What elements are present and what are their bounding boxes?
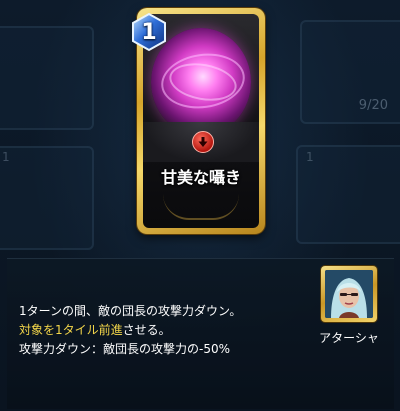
character-avatar-art [325, 270, 373, 318]
down-arrow-icon [192, 131, 214, 153]
background-card [0, 26, 94, 130]
description-line: 攻撃力ダウン：敵団長の攻撃力の-50% [19, 342, 231, 356]
description-text: させる。 [122, 323, 171, 337]
card-name: 甘美な囁き [160, 168, 241, 187]
description-line: 対象を1タイル前進させる。 [19, 321, 299, 340]
character-name: アターシャ [319, 331, 379, 345]
background-card-cost: 1 [2, 150, 10, 164]
card-cost: 1 [141, 19, 157, 45]
card-cost-badge: 1 [129, 12, 169, 52]
character-avatar [325, 270, 373, 318]
background-counter: 9/20 [358, 98, 388, 113]
character-portrait[interactable] [321, 266, 377, 322]
background-card [0, 146, 94, 250]
background-card-cost: 1 [306, 150, 314, 164]
card-frame-ornament [163, 194, 239, 220]
description-line: 1ターンの間、敵の団長の攻撃力ダウン。 [19, 304, 242, 318]
description-highlight: 対象を1タイル前進 [19, 323, 123, 337]
card-description: 1ターンの間、敵の団長の攻撃力ダウン。 対象を1タイル前進させる。 攻撃力ダウン… [19, 302, 299, 359]
